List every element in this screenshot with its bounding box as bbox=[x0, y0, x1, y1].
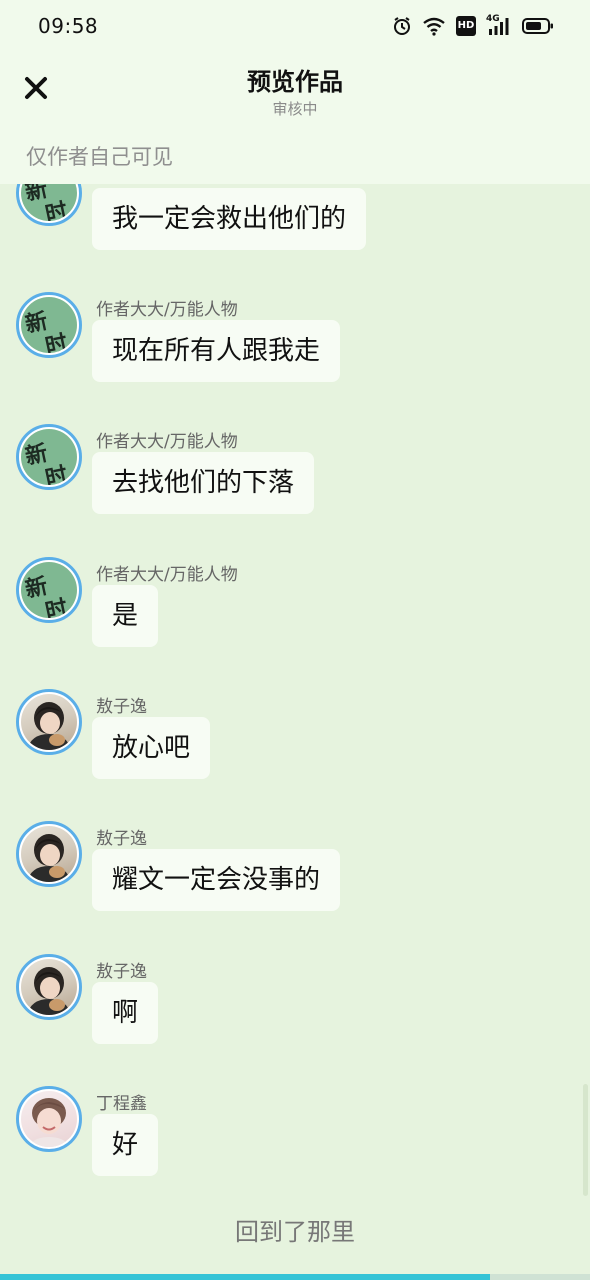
sender-name: 作者大大/万能人物 bbox=[96, 300, 238, 320]
hd-icon: HD bbox=[456, 16, 476, 36]
avatar[interactable]: 新时 bbox=[16, 557, 82, 623]
page-title: 预览作品 bbox=[247, 68, 343, 96]
sender-name: 作者大大/万能人物 bbox=[96, 565, 238, 585]
top-header: 09:58 HD 4G 预览作品 审核中 仅作者自己可见 bbox=[0, 0, 590, 184]
chapter-next-text[interactable]: 回到了那里 bbox=[0, 1212, 590, 1247]
avatar[interactable] bbox=[16, 821, 82, 887]
avatar-glyph: 时 bbox=[42, 197, 70, 221]
chat-list[interactable]: 新时 我一定会救出他们的 新时 作者大大/万能人物 现在所有人跟我走 新时 作者… bbox=[0, 184, 590, 1200]
avatar[interactable] bbox=[16, 1086, 82, 1152]
review-status: 审核中 bbox=[272, 100, 318, 118]
sender-name: 作者大大/万能人物 bbox=[96, 432, 238, 452]
reading-progress-bar bbox=[0, 1274, 590, 1280]
avatar[interactable]: 新时 bbox=[16, 184, 82, 226]
message-bubble[interactable]: 放心吧 bbox=[92, 717, 211, 779]
sender-name: 敖子逸 bbox=[96, 829, 147, 849]
avatar-glyph: 时 bbox=[42, 594, 70, 618]
message-bubble[interactable]: 是 bbox=[92, 585, 159, 647]
person-photo-icon bbox=[27, 967, 71, 1015]
sender-name: 敖子逸 bbox=[96, 697, 147, 717]
sender-name: 敖子逸 bbox=[96, 962, 147, 982]
avatar[interactable] bbox=[16, 954, 82, 1020]
avatar-glyph: 时 bbox=[42, 329, 70, 353]
battery-icon bbox=[522, 17, 554, 35]
message-bubble[interactable]: 好 bbox=[92, 1114, 159, 1176]
avatar[interactable] bbox=[16, 689, 82, 755]
message-bubble[interactable]: 我一定会救出他们的 bbox=[92, 188, 367, 250]
message-bubble[interactable]: 去找他们的下落 bbox=[92, 452, 315, 514]
reading-progress-fill bbox=[0, 1274, 490, 1280]
person-photo-icon bbox=[27, 834, 71, 882]
avatar-glyph: 时 bbox=[42, 461, 70, 485]
signal-4g-icon: 4G bbox=[486, 14, 512, 36]
status-bar: 09:58 HD 4G bbox=[0, 0, 590, 52]
avatar[interactable]: 新时 bbox=[16, 424, 82, 490]
wifi-icon bbox=[422, 16, 446, 36]
avatar[interactable]: 新时 bbox=[16, 292, 82, 358]
person-photo-icon bbox=[27, 702, 71, 750]
sender-name: 丁程鑫 bbox=[96, 1094, 147, 1114]
message-bubble[interactable]: 耀文一定会没事的 bbox=[92, 849, 341, 911]
scrollbar[interactable] bbox=[583, 1084, 588, 1196]
status-icons: HD 4G bbox=[392, 14, 554, 38]
status-time: 09:58 bbox=[38, 14, 99, 38]
alarm-icon bbox=[392, 16, 412, 36]
message-bubble[interactable]: 啊 bbox=[92, 982, 159, 1044]
person-photo-icon bbox=[29, 1098, 69, 1147]
nav-bar: 预览作品 审核中 bbox=[0, 52, 590, 130]
visibility-note: 仅作者自己可见 bbox=[26, 145, 173, 169]
message-bubble[interactable]: 现在所有人跟我走 bbox=[92, 320, 341, 382]
